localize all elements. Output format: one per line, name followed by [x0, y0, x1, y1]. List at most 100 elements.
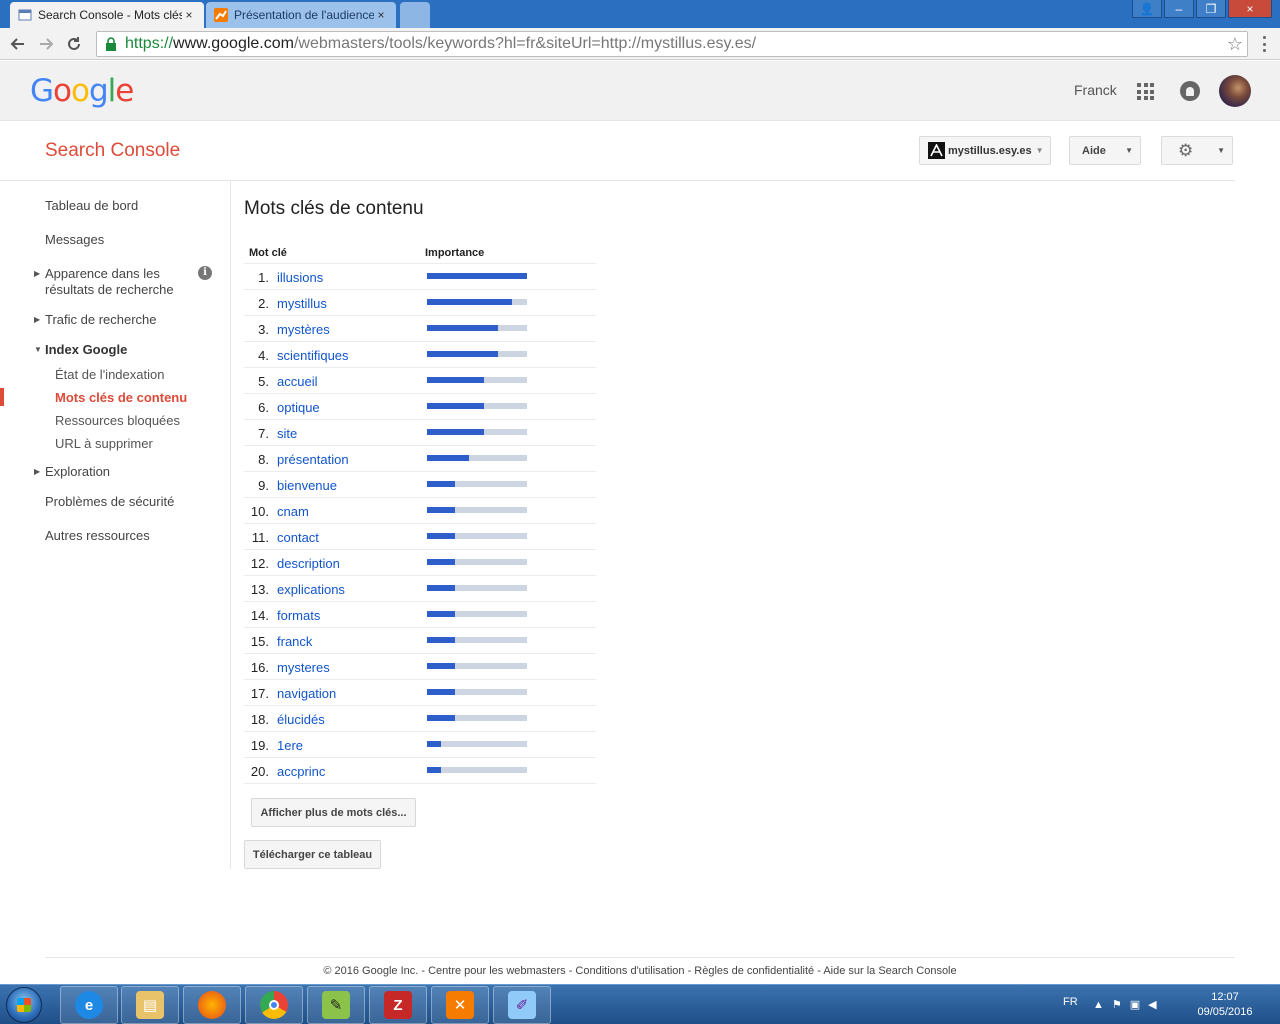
importance-bar-fill	[427, 585, 455, 591]
keyword-link[interactable]: formats	[277, 608, 320, 623]
sidebar-item-security-issues[interactable]: Problèmes de sécurité	[45, 494, 174, 510]
keyword-link[interactable]: accprinc	[277, 764, 325, 779]
sidebar-item-remove-urls[interactable]: URL à supprimer	[55, 436, 153, 451]
tab-analytics[interactable]: Présentation de l'audience ×	[206, 2, 396, 28]
importance-bar	[427, 351, 527, 357]
reload-icon[interactable]	[62, 32, 86, 56]
keyword-link[interactable]: mystères	[277, 322, 330, 337]
avatar[interactable]	[1219, 75, 1251, 107]
filezilla-icon[interactable]: Z	[369, 986, 427, 1024]
chrome-icon[interactable]	[245, 986, 303, 1024]
keyword-link[interactable]: navigation	[277, 686, 336, 701]
table-row: 17. navigation	[244, 680, 596, 706]
chevron-down-icon: ▼	[1125, 146, 1133, 155]
keyword-link[interactable]: franck	[277, 634, 312, 649]
keyword-link[interactable]: présentation	[277, 452, 349, 467]
chevron-right-icon[interactable]: ▶	[34, 269, 40, 278]
show-hidden-icons-icon[interactable]: ▲	[1093, 999, 1104, 1011]
footer-links[interactable]: © 2016 Google Inc. - Centre pour les web…	[0, 965, 1280, 977]
google-logo[interactable]: Google	[30, 73, 134, 109]
product-title[interactable]: Search Console	[45, 140, 180, 162]
url-text: https://www.google.com/webmasters/tools/…	[125, 35, 1223, 53]
keyword-link[interactable]: cnam	[277, 504, 309, 519]
sidebar-item-content-keywords[interactable]: Mots clés de contenu	[55, 390, 187, 405]
internet-explorer-icon[interactable]: e	[60, 986, 118, 1024]
keyword-link[interactable]: bienvenue	[277, 478, 337, 493]
new-tab-button[interactable]	[400, 2, 430, 28]
language-indicator[interactable]: FR	[1063, 996, 1078, 1008]
keyword-link[interactable]: optique	[277, 400, 320, 415]
bookmark-star-icon[interactable]: ☆	[1223, 34, 1247, 55]
column-header-keyword: Mot clé	[249, 247, 287, 259]
restore-button[interactable]: ❐	[1196, 0, 1226, 18]
keyword-link[interactable]: illusions	[277, 270, 323, 285]
file-explorer-icon[interactable]: ▤	[121, 986, 179, 1024]
keyword-link[interactable]: mysteres	[277, 660, 330, 675]
info-icon[interactable]: i	[198, 266, 212, 280]
settings-button[interactable]: ⚙ ▼	[1161, 136, 1233, 165]
keyword-link[interactable]: scientifiques	[277, 348, 349, 363]
action-center-flag-icon[interactable]: ⚑	[1112, 998, 1122, 1011]
xampp-icon[interactable]: ✕	[431, 986, 489, 1024]
importance-bar	[427, 585, 527, 591]
table-row: 1. illusions	[244, 264, 596, 290]
importance-bar-fill	[427, 481, 455, 487]
sidebar-item-dashboard[interactable]: Tableau de bord	[45, 198, 138, 214]
browser-menu-icon[interactable]	[1256, 36, 1272, 52]
help-button[interactable]: Aide ▼	[1069, 136, 1141, 165]
keyword-link[interactable]: 1ere	[277, 738, 303, 753]
minimize-button[interactable]: –	[1164, 0, 1194, 18]
keywords-table: Mot clé Importance 1. illusions 2. mystillu…	[244, 244, 596, 784]
column-header-importance: Importance	[425, 247, 485, 259]
apps-grid-icon[interactable]	[1137, 83, 1154, 100]
keyword-link[interactable]: explications	[277, 582, 345, 597]
network-icon[interactable]: ▣	[1130, 998, 1140, 1011]
tab-search-console[interactable]: Search Console - Mots clés ×	[10, 2, 204, 28]
chevron-right-icon[interactable]: ▶	[34, 315, 40, 324]
sidebar-item-search-traffic[interactable]: Trafic de recherche	[45, 312, 157, 328]
notepad-plus-plus-icon[interactable]: ✎	[307, 986, 365, 1024]
sidebar-item-messages[interactable]: Messages	[45, 232, 104, 248]
start-button-icon[interactable]	[6, 987, 42, 1023]
sidebar-item-blocked-resources[interactable]: Ressources bloquées	[55, 413, 180, 428]
sidebar-item-index-status[interactable]: État de l'indexation	[55, 367, 164, 382]
firefox-icon[interactable]	[183, 986, 241, 1024]
sidebar-item-google-index[interactable]: Index Google	[45, 342, 127, 358]
account-username[interactable]: Franck	[1074, 82, 1117, 98]
keyword-link[interactable]: description	[277, 556, 340, 571]
volume-speaker-icon[interactable]: ◀	[1148, 998, 1156, 1011]
tab-close-icon[interactable]: ×	[374, 8, 388, 22]
tab-close-icon[interactable]: ×	[182, 8, 196, 22]
keyword-rank: 3.	[258, 322, 269, 337]
keyword-link[interactable]: site	[277, 426, 297, 441]
forward-arrow-icon[interactable]	[34, 32, 58, 56]
site-selector[interactable]: mystillus.esy.es ▼	[919, 136, 1051, 165]
chevron-right-icon[interactable]: ▶	[34, 467, 40, 476]
system-clock[interactable]: 12:07 09/05/2016	[1188, 990, 1262, 1020]
keyword-link[interactable]: mystillus	[277, 296, 327, 311]
paint-icon[interactable]: ✐	[493, 986, 551, 1024]
keyword-link[interactable]: accueil	[277, 374, 317, 389]
user-switch-icon[interactable]: 👤	[1132, 0, 1162, 18]
keyword-rank: 20.	[250, 764, 269, 779]
back-arrow-icon[interactable]	[6, 32, 30, 56]
keyword-link[interactable]: contact	[277, 530, 319, 545]
notifications-bell-icon[interactable]	[1180, 81, 1200, 101]
importance-bar	[427, 325, 527, 331]
keyword-rank: 15.	[250, 634, 269, 649]
show-more-keywords-button[interactable]: Afficher plus de mots clés...	[251, 798, 416, 827]
importance-bar-fill	[427, 429, 484, 435]
importance-bar	[427, 637, 527, 643]
keyword-link[interactable]: élucidés	[277, 712, 325, 727]
table-row: 20. accprinc	[244, 758, 596, 784]
importance-bar-fill	[427, 377, 484, 383]
close-window-button[interactable]: ×	[1228, 0, 1272, 18]
chevron-down-icon[interactable]: ▼	[34, 345, 42, 354]
sidebar-nav: Tableau de bord Messages ▶ Apparence dan…	[0, 181, 230, 871]
address-bar[interactable]: https://www.google.com/webmasters/tools/…	[96, 31, 1248, 57]
sidebar-item-search-appearance[interactable]: Apparence dans les résultats de recherch…	[45, 266, 185, 298]
sidebar-item-other-resources[interactable]: Autres ressources	[45, 528, 150, 544]
importance-bar	[427, 455, 527, 461]
download-table-button[interactable]: Télécharger ce tableau	[244, 840, 381, 869]
sidebar-item-crawl[interactable]: Exploration	[45, 464, 110, 480]
